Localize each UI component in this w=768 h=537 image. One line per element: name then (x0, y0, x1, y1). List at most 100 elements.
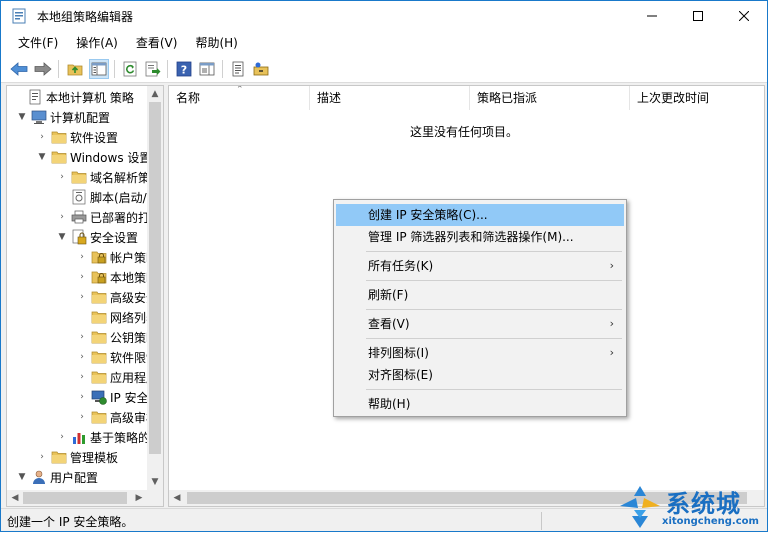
tree-item[interactable]: 脚本(启动/关机) (7, 187, 147, 207)
collapsed-chevron-icon[interactable]: › (77, 387, 87, 407)
refresh-button[interactable] (120, 59, 140, 79)
watermark-brand: 系统城 (666, 490, 741, 518)
maximize-button[interactable] (675, 1, 721, 31)
menu-manage-ip-filter-lists[interactable]: 管理 IP 筛选器列表和筛选器操作(M)... (336, 226, 624, 248)
tree-item[interactable]: › 软件设置 (7, 127, 147, 147)
minimize-button[interactable] (629, 1, 675, 31)
collapsed-chevron-icon[interactable]: › (57, 427, 67, 447)
back-button[interactable] (9, 59, 29, 79)
tree-item[interactable]: › 帐户策略 (7, 247, 147, 267)
tree-item[interactable]: › 基于策略的QoS (7, 427, 147, 447)
status-divider (541, 512, 542, 530)
show-hide-action-pane-button[interactable] (197, 59, 217, 79)
action-pane-icon (199, 62, 215, 76)
refresh-icon (123, 61, 137, 77)
column-name-label: 名称 (176, 91, 201, 105)
tree-item[interactable]: ▼ 计算机配置 (7, 107, 147, 127)
folder-lock-icon (91, 269, 107, 285)
collapsed-chevron-icon[interactable]: › (77, 287, 87, 307)
menu-file[interactable]: 文件(F) (9, 31, 67, 55)
expanded-chevron-icon[interactable]: ▼ (17, 467, 27, 487)
tree-horizontal-scroll-thumb[interactable] (23, 492, 127, 504)
menu-arrange-icons[interactable]: 排列图标(I) › (336, 342, 624, 364)
tree-item-label: 用户配置 (50, 470, 99, 485)
up-level-button[interactable] (65, 59, 85, 79)
toolbar: ? (1, 55, 767, 83)
show-hide-tree-button[interactable] (89, 59, 109, 79)
menu-refresh[interactable]: 刷新(F) (336, 284, 624, 306)
status-text: 创建一个 IP 安全策略。 (7, 515, 134, 529)
scroll-up-icon[interactable]: ▲ (147, 86, 163, 102)
menu-help[interactable]: 帮助(H) (336, 393, 624, 415)
tree-item[interactable]: › 高级审核 (7, 407, 147, 427)
tree-item[interactable]: 网络列表 (7, 307, 147, 327)
tree-item[interactable]: 本地计算机 策略 (7, 87, 147, 107)
scroll-left-icon[interactable]: ◀ (7, 490, 23, 506)
folder-lock-icon (91, 249, 107, 265)
tree-item-label: 公钥策略 (110, 330, 147, 345)
scroll-down-icon[interactable]: ▼ (147, 474, 163, 490)
scroll-left-icon[interactable]: ◀ (169, 490, 185, 506)
tree-item[interactable]: ▼ 安全设置 (7, 227, 147, 247)
menu-help[interactable]: 帮助(H) (186, 31, 246, 55)
title-bar[interactable]: 本地组策略编辑器 (1, 1, 767, 31)
watermark-logo-icon (620, 486, 660, 528)
column-header-last-modified[interactable]: 上次更改时间 (630, 86, 764, 110)
tree-item[interactable]: › 软件限制 (7, 347, 147, 367)
column-header-description[interactable]: 描述 (310, 86, 470, 110)
menu-line-up-icons[interactable]: 对齐图标(E) (336, 364, 624, 386)
tree-item-label: 本地策略 (110, 270, 147, 285)
expanded-chevron-icon[interactable]: ▼ (37, 147, 47, 167)
tree-item[interactable]: › IP 安全策略 (7, 387, 147, 407)
menu-view[interactable]: 查看(V) › (336, 313, 624, 335)
forward-button[interactable] (33, 59, 53, 79)
tree-vertical-scrollbar[interactable]: ▲ ▼ (147, 86, 163, 490)
column-last-modified-label: 上次更改时间 (637, 91, 710, 105)
properties-button[interactable] (228, 59, 248, 79)
tree-item[interactable]: › 高级安全 (7, 287, 147, 307)
menu-all-tasks[interactable]: 所有任务(K) › (336, 255, 624, 277)
tree-item-label: IP 安全策略 (110, 390, 147, 405)
tree-item[interactable]: › 本地策略 (7, 267, 147, 287)
svg-text:?: ? (181, 64, 187, 77)
collapsed-chevron-icon[interactable]: › (77, 327, 87, 347)
column-header-assigned[interactable]: 策略已指派 (470, 86, 630, 110)
watermark: 系统城 xitongcheng.com (612, 482, 768, 534)
collapsed-chevron-icon[interactable]: › (77, 347, 87, 367)
tree-item-label: 管理模板 (70, 450, 119, 465)
tree-item[interactable]: › 已部署的打印机 (7, 207, 147, 227)
close-button[interactable] (721, 1, 767, 31)
menu-view[interactable]: 查看(V) (127, 31, 187, 55)
tree-item[interactable]: ▼ 用户配置 (7, 467, 147, 487)
collapsed-chevron-icon[interactable]: › (57, 167, 67, 187)
filter-button[interactable] (251, 59, 271, 79)
collapsed-chevron-icon[interactable]: › (37, 447, 47, 467)
menu-create-ip-security-policy[interactable]: 创建 IP 安全策略(C)... (336, 204, 624, 226)
scroll-right-icon[interactable]: ▶ (131, 490, 147, 506)
collapsed-chevron-icon[interactable]: › (77, 407, 87, 427)
folder-icon (91, 409, 107, 425)
expanded-chevron-icon[interactable]: ▼ (57, 227, 67, 247)
expanded-chevron-icon[interactable]: ▼ (17, 107, 27, 127)
folder-icon (51, 449, 67, 465)
menu-item-label: 所有任务(K) (368, 259, 434, 273)
tree-vertical-scroll-thumb[interactable] (149, 102, 161, 454)
menu-action[interactable]: 操作(A) (67, 31, 127, 55)
tree-item[interactable]: › 域名解析策略 (7, 167, 147, 187)
collapsed-chevron-icon[interactable]: › (77, 247, 87, 267)
help-button[interactable]: ? (174, 59, 194, 79)
collapsed-chevron-icon[interactable]: › (37, 127, 47, 147)
tree-horizontal-scrollbar[interactable]: ◀ ▶ (7, 490, 147, 506)
console-tree-icon (91, 62, 107, 76)
tree-item[interactable]: ▼ Windows 设置 (7, 147, 147, 167)
menu-item-label: 管理 IP 筛选器列表和筛选器操作(M)... (368, 230, 574, 244)
column-header-name[interactable]: 名称 ⌃ (169, 86, 310, 110)
tree-item[interactable]: › 公钥策略 (7, 327, 147, 347)
collapsed-chevron-icon[interactable]: › (57, 207, 67, 227)
collapsed-chevron-icon[interactable]: › (77, 267, 87, 287)
tree-item[interactable]: › 管理模板 (7, 447, 147, 467)
tree-item[interactable]: › 应用程序 (7, 367, 147, 387)
collapsed-chevron-icon[interactable]: › (77, 367, 87, 387)
export-list-button[interactable] (143, 59, 163, 79)
console-tree: 本地计算机 策略▼计算机配置›软件设置▼Windows 设置›域名解析策略脚本(… (6, 85, 164, 507)
